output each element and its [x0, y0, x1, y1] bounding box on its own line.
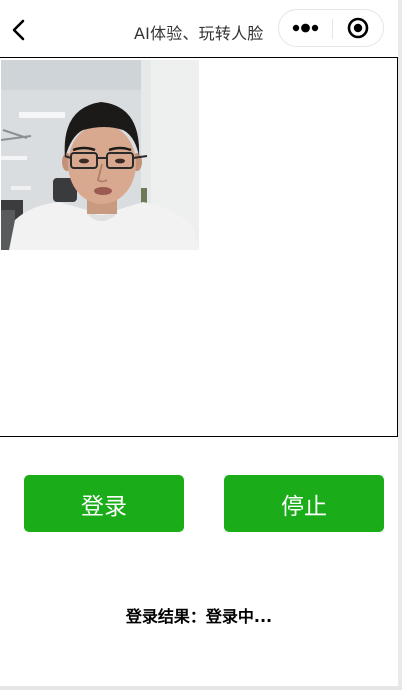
more-button[interactable] — [291, 18, 323, 38]
login-result: 登录结果：登录中... — [0, 603, 398, 627]
back-button[interactable] — [6, 14, 30, 46]
camera-frame — [0, 57, 398, 437]
chevron-left-icon — [12, 19, 25, 41]
capsule-divider — [332, 19, 333, 39]
camera-image — [1, 60, 199, 250]
result-value: 登录中... — [205, 607, 273, 626]
camera-preview — [1, 60, 199, 250]
close-button[interactable] — [347, 17, 369, 39]
bottom-edge-divider — [0, 686, 402, 690]
navigation-bar: AI体验、玩转人脸 — [0, 0, 402, 58]
result-label: 登录结果： — [125, 607, 206, 626]
stop-button[interactable]: 停止 — [224, 475, 384, 532]
login-button[interactable]: 登录 — [24, 475, 184, 532]
mini-program-capsule — [278, 9, 384, 47]
right-edge-divider — [398, 0, 402, 690]
record-circle-icon — [347, 17, 369, 39]
page-title: AI体验、玩转人脸 — [134, 24, 264, 43]
more-dots-icon — [292, 23, 319, 33]
